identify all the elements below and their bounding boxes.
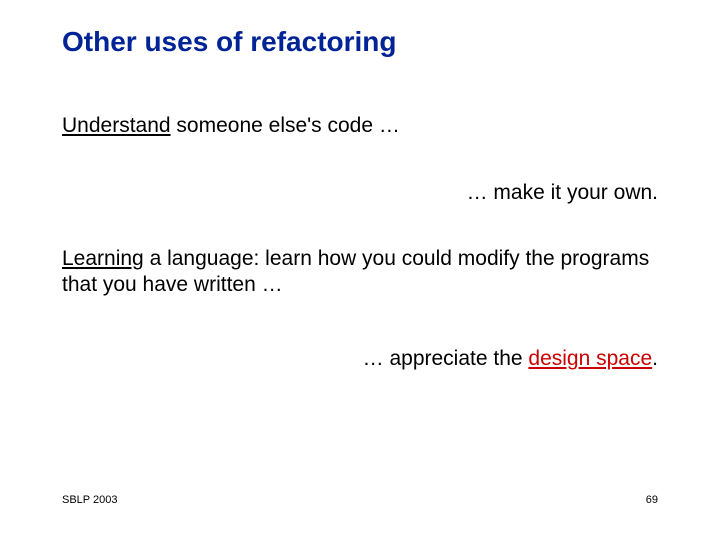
line-learning-rest: a language: learn how you could modify t… [62, 247, 649, 296]
emphasis-understand: Understand [62, 114, 171, 137]
line-design-space: … appreciate the design space. [363, 346, 658, 372]
line-design-space-suffix: . [652, 347, 658, 370]
line-understand-rest: someone else's code … [171, 114, 400, 137]
emphasis-learning: Learning [62, 247, 144, 270]
emphasis-design-space: design space [528, 347, 652, 370]
line-understand: Understand someone else's code … [62, 113, 400, 139]
line-learning: Learning a language: learn how you could… [62, 246, 658, 299]
slide: Other uses of refactoring Understand som… [0, 0, 720, 540]
footer-left: SBLP 2003 [62, 494, 117, 506]
line-make-it-your-own: … make it your own. [467, 180, 658, 206]
line-design-space-prefix: … appreciate the [363, 347, 529, 370]
slide-title: Other uses of refactoring [62, 26, 397, 58]
footer-page-number: 69 [646, 494, 658, 506]
